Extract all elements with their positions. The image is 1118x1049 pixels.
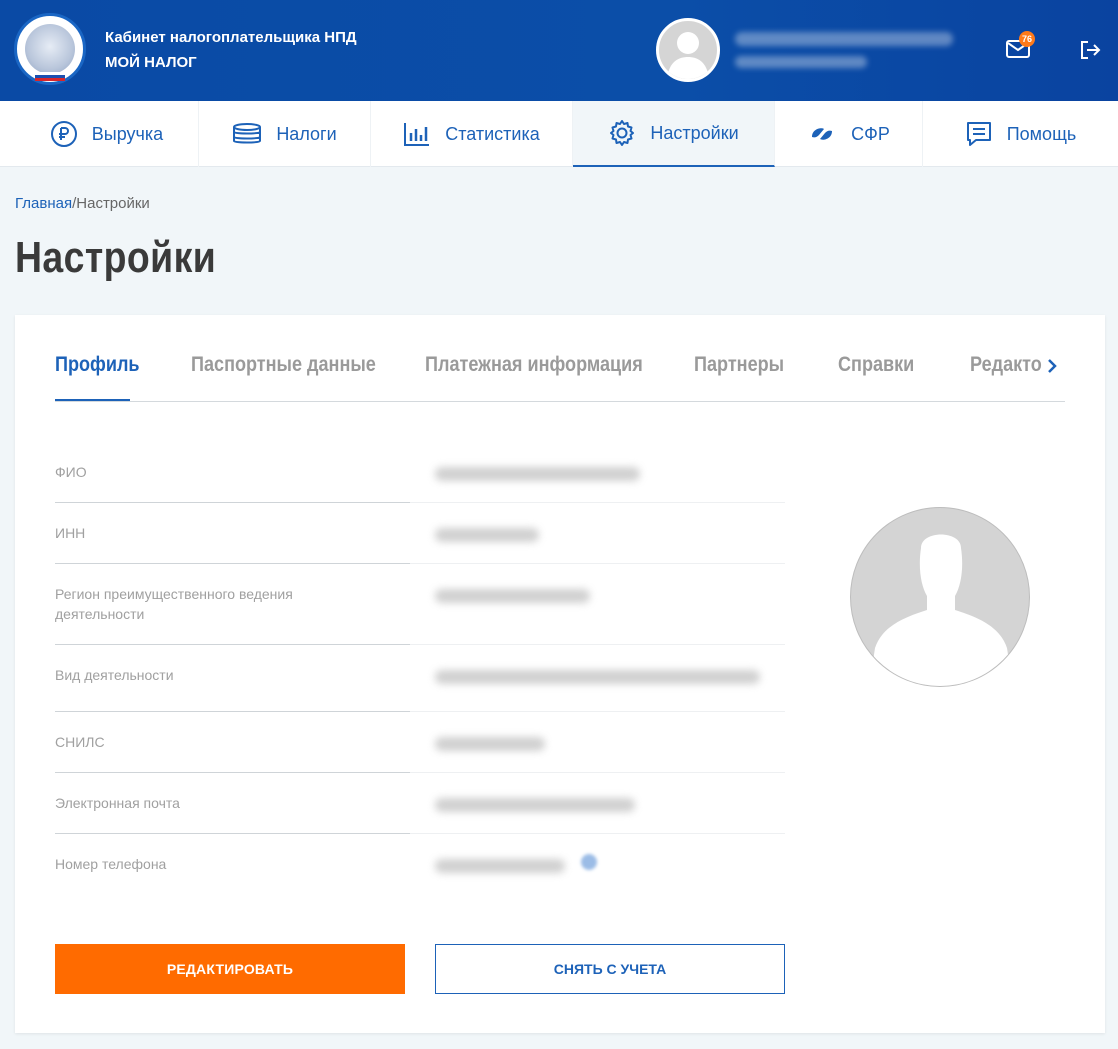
field-value-region-redacted (435, 589, 590, 603)
chat-icon (966, 122, 991, 146)
tab-certificates[interactable]: Справки (838, 353, 914, 377)
bar-chart-icon (404, 123, 430, 146)
tab-passport[interactable]: Паспортные данные (191, 353, 376, 377)
field-divider (55, 563, 410, 564)
notifications-badge: 76 (1019, 31, 1035, 47)
field-value-activity-redacted (435, 670, 760, 684)
field-value-inn-redacted (435, 528, 539, 542)
value-divider (410, 711, 785, 712)
avatar-silhouette-icon (869, 534, 1013, 686)
nav-item-label: СФР (851, 123, 890, 144)
user-avatar[interactable] (656, 18, 720, 82)
nav-item-label: Помощь (1006, 123, 1077, 144)
brand-title: Кабинет налогоплательщика НПД (105, 29, 357, 46)
field-label-snils: СНИЛС (55, 734, 105, 750)
nav-item-taxes[interactable]: Налоги (199, 101, 371, 167)
deregister-button[interactable]: СНЯТЬ С УЧЕТА (435, 944, 785, 994)
field-label-activity: Вид деятельности (55, 667, 174, 683)
page-title: Настройки (15, 233, 217, 282)
value-divider (410, 833, 785, 834)
nav-item-help[interactable]: Помощь (923, 101, 1118, 167)
field-divider (55, 833, 410, 834)
field-value-snils-redacted (435, 737, 545, 751)
field-label-phone: Номер телефона (55, 856, 167, 872)
app-header: Кабинет налогоплательщика НПД МОЙ НАЛОГ … (0, 0, 1118, 101)
nav-item-statistics[interactable]: Статистика (371, 101, 573, 167)
field-label-inn: ИНН (55, 525, 86, 541)
field-divider (55, 502, 410, 503)
field-value-phone-redacted (435, 859, 565, 873)
nav-item-sfr[interactable]: СФР (775, 101, 923, 167)
brand-subtitle: МОЙ НАЛОГ (105, 54, 197, 71)
settings-tabs: Профиль Паспортные данные Платежная инфо… (55, 315, 1065, 402)
nav-item-label: Статистика (445, 123, 540, 144)
main-nav: Выручка Налоги Статистика Настройки СФР (0, 101, 1118, 167)
value-divider (410, 502, 785, 503)
field-value-fio-redacted (435, 467, 640, 481)
ruble-icon (50, 121, 77, 147)
tab-profile[interactable]: Профиль (55, 353, 140, 377)
value-divider (410, 563, 785, 564)
nav-item-revenue[interactable]: Выручка (15, 101, 199, 167)
settings-card: Профиль Паспортные данные Платежная инфо… (15, 315, 1105, 1033)
field-label-region: Регион преимущественного ведения деятель… (55, 586, 293, 622)
value-divider (410, 644, 785, 645)
field-divider (55, 772, 410, 773)
field-value-email-redacted (435, 798, 635, 812)
gear-icon (610, 120, 635, 146)
chevron-right-icon[interactable] (1045, 358, 1059, 374)
tab-payment-info[interactable]: Платежная информация (425, 353, 643, 377)
profile-photo[interactable] (850, 507, 1030, 687)
fns-emblem-logo[interactable] (14, 13, 86, 85)
active-tab-indicator (55, 399, 130, 401)
field-label-fio: ФИО (55, 464, 87, 480)
sfr-logo-icon (812, 128, 833, 140)
russia-flag-icon (35, 72, 65, 81)
tab-partners[interactable]: Партнеры (694, 353, 784, 377)
tab-edit-history[interactable]: Редакто (970, 353, 1042, 377)
user-name-redacted (735, 32, 953, 46)
emblem-eagle-icon (25, 24, 75, 74)
edit-button[interactable]: РЕДАКТИРОВАТЬ (55, 944, 405, 994)
breadcrumb: Главная/Настройки (15, 195, 150, 212)
coins-icon (233, 123, 262, 144)
logout-icon[interactable] (1079, 40, 1101, 60)
field-label-email: Электронная почта (55, 795, 180, 811)
value-divider (410, 772, 785, 773)
nav-item-label: Выручка (91, 123, 164, 144)
breadcrumb-home-link[interactable]: Главная (15, 195, 72, 212)
phone-verified-icon (581, 854, 597, 870)
breadcrumb-current: Настройки (76, 195, 150, 212)
nav-item-label: Налоги (276, 123, 337, 144)
avatar-silhouette-icon (667, 32, 709, 79)
nav-item-label: Настройки (650, 122, 739, 143)
field-divider (55, 711, 410, 712)
user-inn-redacted (735, 56, 867, 68)
nav-item-settings[interactable]: Настройки (573, 101, 775, 167)
field-divider (55, 644, 410, 645)
